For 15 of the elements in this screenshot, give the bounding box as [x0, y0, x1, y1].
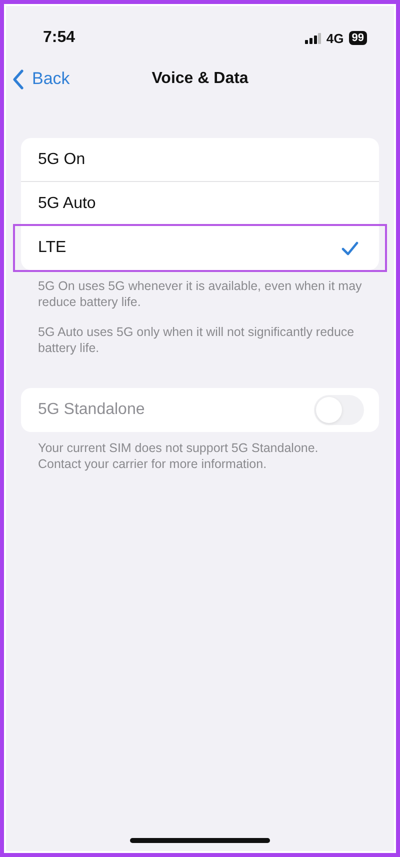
chevron-left-icon [12, 68, 24, 90]
setting-label: 5G Standalone [38, 401, 145, 419]
option-row[interactable]: 5G Auto [21, 182, 379, 226]
option-row[interactable]: LTE [15, 226, 385, 270]
back-button[interactable]: Back [6, 64, 70, 94]
option-row[interactable]: 5G On [21, 138, 379, 182]
footer-note: Your current SIM does not support 5G Standalone. Contact your carrier for more information. [38, 440, 320, 472]
status-time: 7:54 [43, 29, 76, 47]
footer-note: 5G Auto uses 5G only when it will not significantly reduce battery life. [38, 324, 356, 356]
battery-indicator: 99 [348, 31, 367, 45]
screen-title: Voice & Data [152, 70, 248, 88]
footer-note: 5G On uses 5G whenever it is available, even when it may reduce battery life. [38, 278, 363, 310]
signal-icon [305, 32, 322, 44]
checkmark-icon [341, 240, 359, 256]
network-label: 4G [326, 30, 344, 46]
